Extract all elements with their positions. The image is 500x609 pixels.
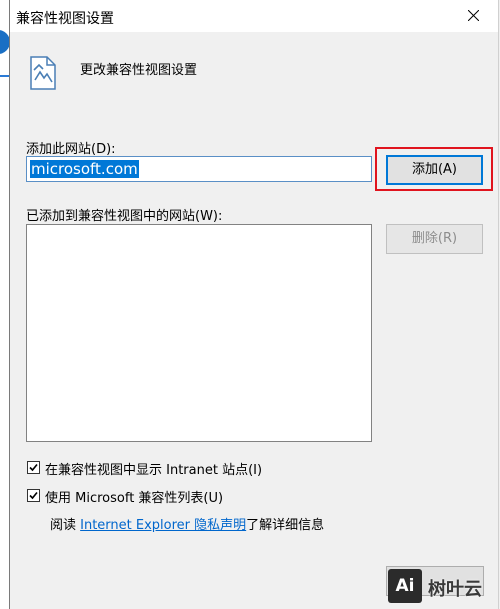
watermark: Ai 树叶云 [388,569,494,603]
ms-list-checkbox[interactable] [27,489,40,502]
intranet-label: 在兼容性视图中显示 Intranet 站点(I) [45,463,263,478]
remove-button[interactable]: 删除(R) [386,224,483,254]
privacy-link[interactable]: Internet Explorer 隐私声明 [80,518,246,533]
added-sites-label: 已添加到兼容性视图中的网站(W): [26,209,223,224]
window-title: 兼容性视图设置 [16,11,114,27]
privacy-suffix: 了解详细信息 [246,518,325,533]
added-sites-list[interactable] [26,224,372,442]
watermark-text: 树叶云 [428,579,482,600]
add-site-label: 添加此网站(D): [26,142,116,157]
compat-view-dialog: 兼容性视图设置 更改兼容性视图设置 添加此网站(D): microsoft.co… [9,0,499,609]
add-site-input[interactable]: microsoft.com [26,156,372,182]
privacy-row: 阅读 Internet Explorer 隐私声明了解详细信息 [50,514,324,533]
watermark-logo: Ai [388,569,422,603]
intranet-checkbox[interactable] [27,461,40,474]
compat-view-page-icon [28,56,58,94]
checkmark-icon [29,491,38,500]
title-bar: 兼容性视图设置 [10,0,498,32]
add-button[interactable]: 添加(A) [386,155,483,185]
header-text: 更改兼容性视图设置 [80,63,198,78]
close-button[interactable] [452,0,496,32]
close-icon [468,10,479,21]
privacy-prefix: 阅读 [50,518,81,533]
checkmark-icon [29,463,38,472]
add-site-input-value: microsoft.com [30,160,139,178]
ms-list-label: 使用 Microsoft 兼容性列表(U) [45,491,224,506]
